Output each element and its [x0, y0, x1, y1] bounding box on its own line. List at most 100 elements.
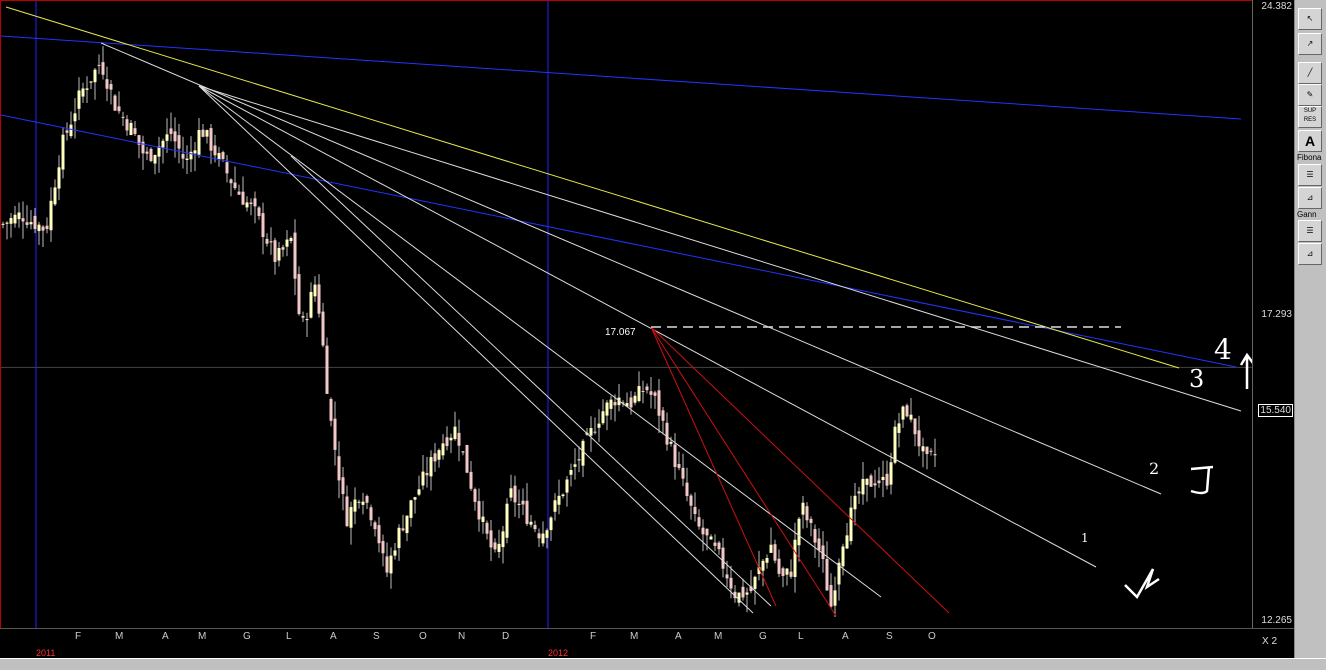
handwritten-3: 3 [1189, 365, 1205, 393]
candle-body [233, 182, 237, 189]
pencil-icon[interactable]: ✎ [1298, 84, 1322, 106]
fan-line-a [100, 42, 1162, 495]
candle-body [449, 437, 453, 441]
candle-body [861, 478, 865, 495]
candle-body [609, 399, 613, 409]
cursor-icon[interactable]: ↖ [1298, 8, 1322, 30]
candle-body [637, 386, 641, 402]
candle-body [105, 79, 109, 89]
gann-grid-icon[interactable]: ☰ [1298, 220, 1322, 242]
candle-body [369, 507, 373, 521]
gann-fan-icon[interactable]: ⊿ [1298, 243, 1322, 265]
candle-body [333, 418, 337, 450]
candle-body [593, 431, 597, 433]
trendline-icon[interactable]: ╱ [1298, 62, 1322, 84]
candle-body [453, 426, 457, 440]
candle-body [9, 218, 13, 224]
handwritten-4: 4 [1214, 333, 1232, 366]
candle-body [705, 528, 709, 536]
candle-body [897, 423, 901, 433]
candle-body [745, 592, 749, 595]
month-label: L [798, 631, 804, 642]
candle-body [93, 69, 97, 83]
candle-body [381, 541, 385, 554]
text-tool-button[interactable]: A [1298, 130, 1322, 152]
chart-plot-area[interactable]: 17.067 4 3 2 1 [0, 0, 1253, 629]
month-label: F [75, 631, 82, 642]
pointer-select-icon[interactable]: ↗ [1298, 33, 1322, 55]
candle-body [921, 446, 925, 452]
candle-body [325, 345, 329, 394]
status-bar [0, 658, 1326, 670]
candle-body [149, 148, 153, 162]
candle-body [689, 495, 693, 506]
zoom-level[interactable]: X 2 [1262, 636, 1277, 647]
candle-body [13, 214, 17, 224]
candle-body [665, 422, 669, 445]
candle-body [409, 500, 413, 518]
candle-body [5, 222, 9, 224]
candle-body [581, 440, 585, 466]
candle-body [517, 503, 521, 505]
y-tick-mid: 17.293 [1260, 309, 1293, 320]
candle-body [721, 547, 725, 569]
candle-body [557, 495, 561, 505]
candle-body [805, 506, 809, 521]
candle-body [857, 491, 861, 494]
candle-body [217, 152, 221, 160]
candle-body [785, 568, 789, 575]
price-chart[interactable] [1, 1, 1253, 629]
candle-body [81, 88, 85, 97]
price-axis[interactable]: 24.382 17.293 15.540 12.265 [1252, 0, 1295, 628]
candle-body [225, 162, 229, 174]
candle-body [933, 454, 937, 456]
candle-body [561, 494, 565, 497]
candle-body [357, 501, 361, 503]
candle-body [269, 241, 273, 243]
time-axis[interactable]: FMAMGLASONDFMAMGLASO [0, 628, 1294, 649]
candle-body [781, 568, 785, 576]
candle-body [893, 426, 897, 463]
candle-body [293, 232, 297, 279]
handwritten-2: 2 [1149, 459, 1160, 478]
candle-body [541, 533, 545, 544]
candle-body [493, 542, 497, 550]
month-label: A [162, 631, 169, 642]
month-label: M [198, 631, 207, 642]
candle-body [109, 84, 113, 90]
month-label: D [502, 631, 510, 642]
candle-body [317, 284, 321, 314]
candle-body [133, 128, 137, 135]
candle-body [57, 167, 61, 189]
candle-body [457, 432, 461, 446]
candle-body [809, 518, 813, 523]
candle-body [89, 81, 93, 83]
candle-body [405, 515, 409, 534]
candle-body [465, 445, 469, 473]
candle-body [513, 485, 517, 503]
candle-body [349, 507, 353, 528]
candle-body [121, 116, 125, 118]
candle-body [597, 423, 601, 428]
candle-body [101, 62, 105, 75]
candle-body [345, 496, 349, 527]
candle-body [761, 560, 765, 571]
drawing-toolbar: ↖ ↗ ╱ ✎ SUP RES A Fibona ☰ ⊿ Gann ☰ ⊿ [1294, 0, 1326, 669]
candle-body [489, 530, 493, 548]
candle-body [193, 150, 197, 154]
month-label: O [419, 631, 427, 642]
candle-body [285, 239, 289, 247]
candle-body [85, 88, 89, 90]
candle-body [649, 391, 653, 395]
candle-body [429, 457, 433, 477]
candle-body [125, 119, 129, 131]
candle-body [729, 577, 733, 589]
candle-body [33, 215, 37, 229]
fan-line-d [198, 85, 754, 614]
sup-res-button[interactable]: SUP RES [1298, 106, 1322, 128]
fib-fan-icon[interactable]: ⊿ [1298, 187, 1322, 209]
y-tick-top: 24.382 [1260, 1, 1293, 12]
candle-body [693, 506, 697, 515]
fib-retracement-icon[interactable]: ☰ [1298, 164, 1322, 186]
candle-body [321, 311, 325, 346]
